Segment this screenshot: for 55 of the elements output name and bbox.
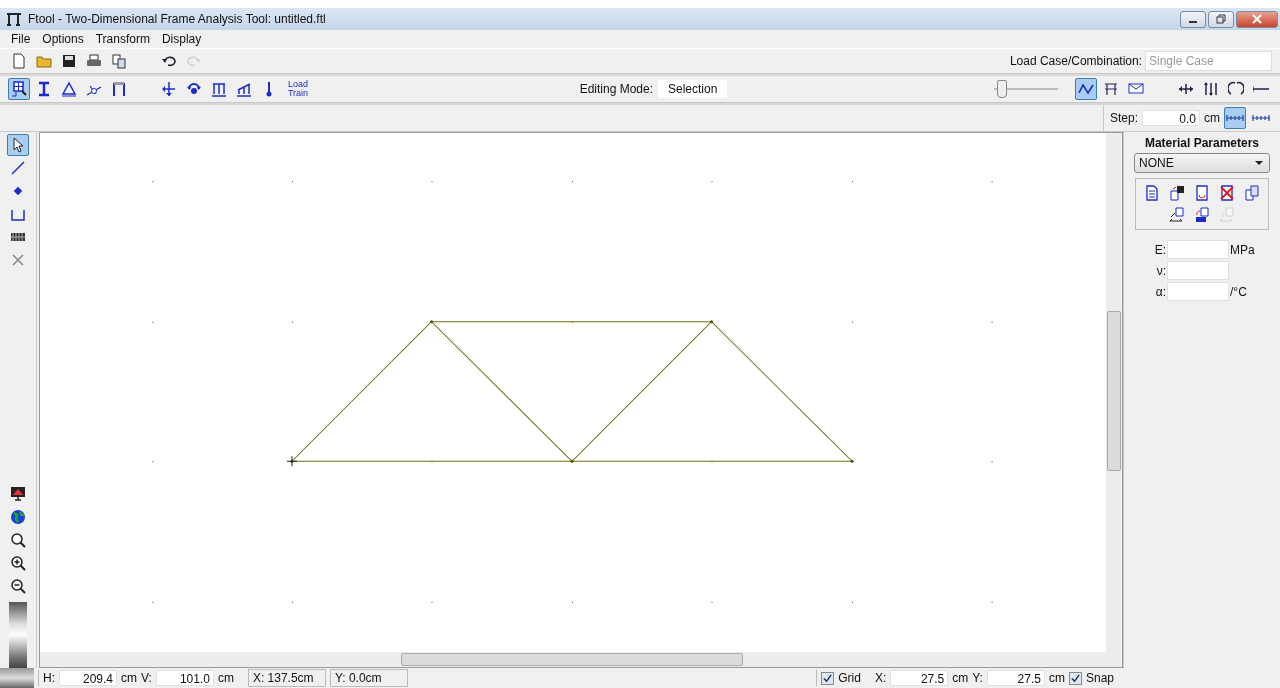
parameter-field[interactable] [1167,261,1229,280]
x-label: X: [874,671,887,685]
parameter-field[interactable] [1167,282,1229,301]
unit-label: cm [121,671,137,685]
window-title: Ftool - Two-Dimensional Frame Analysis Tool: untitled.ftl [28,12,326,26]
grid-label: Grid [838,671,861,685]
caret-icon [1255,161,1263,165]
v-field[interactable]: 101.0 [155,670,214,686]
unit-label: /°C [1230,284,1247,299]
parameter-label: ν: [1155,263,1166,278]
restore-icon [1216,14,1226,24]
h-field[interactable]: 209.4 [59,670,117,686]
x-spacing-field[interactable]: 27.5 [890,670,949,686]
frame-logo-icon [6,11,22,27]
grid-magnifier-icon[interactable] [8,78,30,100]
menu-item[interactable]: Transform [95,32,150,46]
material-dropdown[interactable]: NONE [1134,153,1270,173]
parameter-label: α: [1154,284,1166,299]
close-button[interactable] [1236,10,1278,28]
step-field[interactable]: 0.0 [1142,110,1200,126]
h-label: H: [43,671,55,685]
close-icon [1252,14,1262,24]
snap-label: Snap [1085,671,1114,685]
menu-item[interactable]: Display [161,32,202,46]
menu-item[interactable]: Options [42,32,84,46]
v-label: V: [141,671,152,685]
restore-button[interactable] [1208,10,1234,28]
y-label: Y: [972,671,983,685]
load-case-label: Load Case/Combination: [1009,54,1142,68]
load-train-button[interactable]: Load Train [283,78,313,100]
y-coordinate-readout: Y: 0.0cm [329,669,408,687]
scale-bar-drawing [0,668,34,688]
unit-label: cm [952,671,969,685]
parameter-field[interactable] [1167,240,1229,259]
grid-checkbox[interactable] [821,671,835,685]
minimize-icon [1188,21,1198,23]
snap-checkbox[interactable] [1068,671,1082,685]
unit-label: cm [1048,671,1065,685]
y-spacing-field[interactable]: 27.5 [986,670,1045,686]
zigzag-icon[interactable] [1075,78,1097,100]
unit-label: MPa [1230,242,1255,257]
editing-mode-value: Selection [658,80,728,98]
pointer-icon[interactable] [7,134,29,156]
x-coordinate-readout: X: 137.5cm [247,669,326,687]
panel-title: Material Parameters [1144,136,1260,150]
menu-item[interactable]: File [11,32,31,46]
parameter-label: E: [1153,242,1166,257]
slider-thumb[interactable] [997,80,1008,98]
minimize-button[interactable] [1180,10,1206,28]
editing-mode-label: Editing Mode: [579,82,653,96]
unit-label: cm [1204,111,1220,125]
step-label: Step: [1109,111,1138,125]
unit-label: cm [217,671,234,685]
grayscale-bar-drawing [9,602,27,668]
ruler-icon[interactable] [1224,107,1246,129]
